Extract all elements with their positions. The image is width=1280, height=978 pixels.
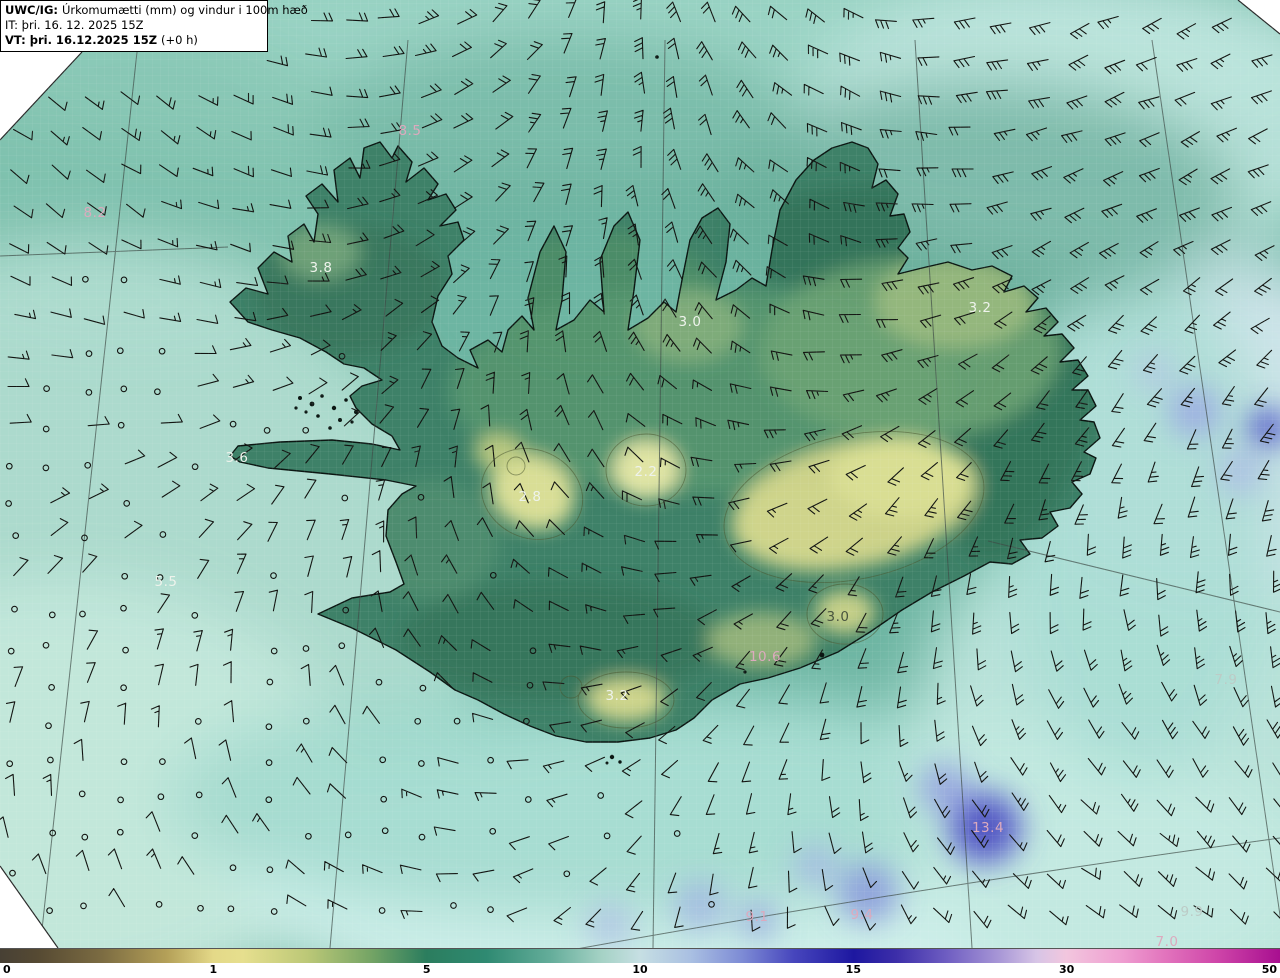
- colorbar-tick: 15: [845, 963, 861, 976]
- map-title: Úrkomumætti (mm) og vindur i 100m hæð: [61, 3, 308, 17]
- title-box: UWC/IG: Úrkomumætti (mm) og vindur i 100m…: [0, 0, 308, 52]
- colorbar-tick: 5: [422, 963, 431, 976]
- colorbar-tick: 1: [209, 963, 218, 976]
- valid-offset: (+0 h): [161, 33, 198, 47]
- colorbar-tick: 10: [632, 963, 648, 976]
- colorbar-gradient: [0, 948, 1280, 963]
- weather-map-page: 8.2 8.5 3.8 3.0 3.2 3.6 2.8 2.2 5.5 3.0 10.6 3.2 13.…: [0, 0, 1280, 978]
- colorbar-tick: 50: [1261, 963, 1277, 976]
- precipitation-wind-map: [0, 0, 1280, 948]
- colorbar: 0 1 5 10 15 30 50: [0, 948, 1280, 978]
- map-title-line: UWC/IG: Úrkomumætti (mm) og vindur i 100m…: [5, 3, 308, 18]
- init-time: IT: þri. 16. 12. 2025 15Z: [5, 18, 144, 32]
- model-label: UWC/IG:: [5, 3, 58, 17]
- colorbar-ticks: 0 1 5 10 15 30 50: [0, 963, 1280, 978]
- colorbar-tick: 30: [1059, 963, 1075, 976]
- colorbar-tick: 0: [3, 963, 11, 976]
- valid-time: VT: þri. 16.12.2025 15Z: [5, 33, 158, 47]
- valid-time-line: VT: þri. 16.12.2025 15Z (+0 h): [5, 33, 263, 48]
